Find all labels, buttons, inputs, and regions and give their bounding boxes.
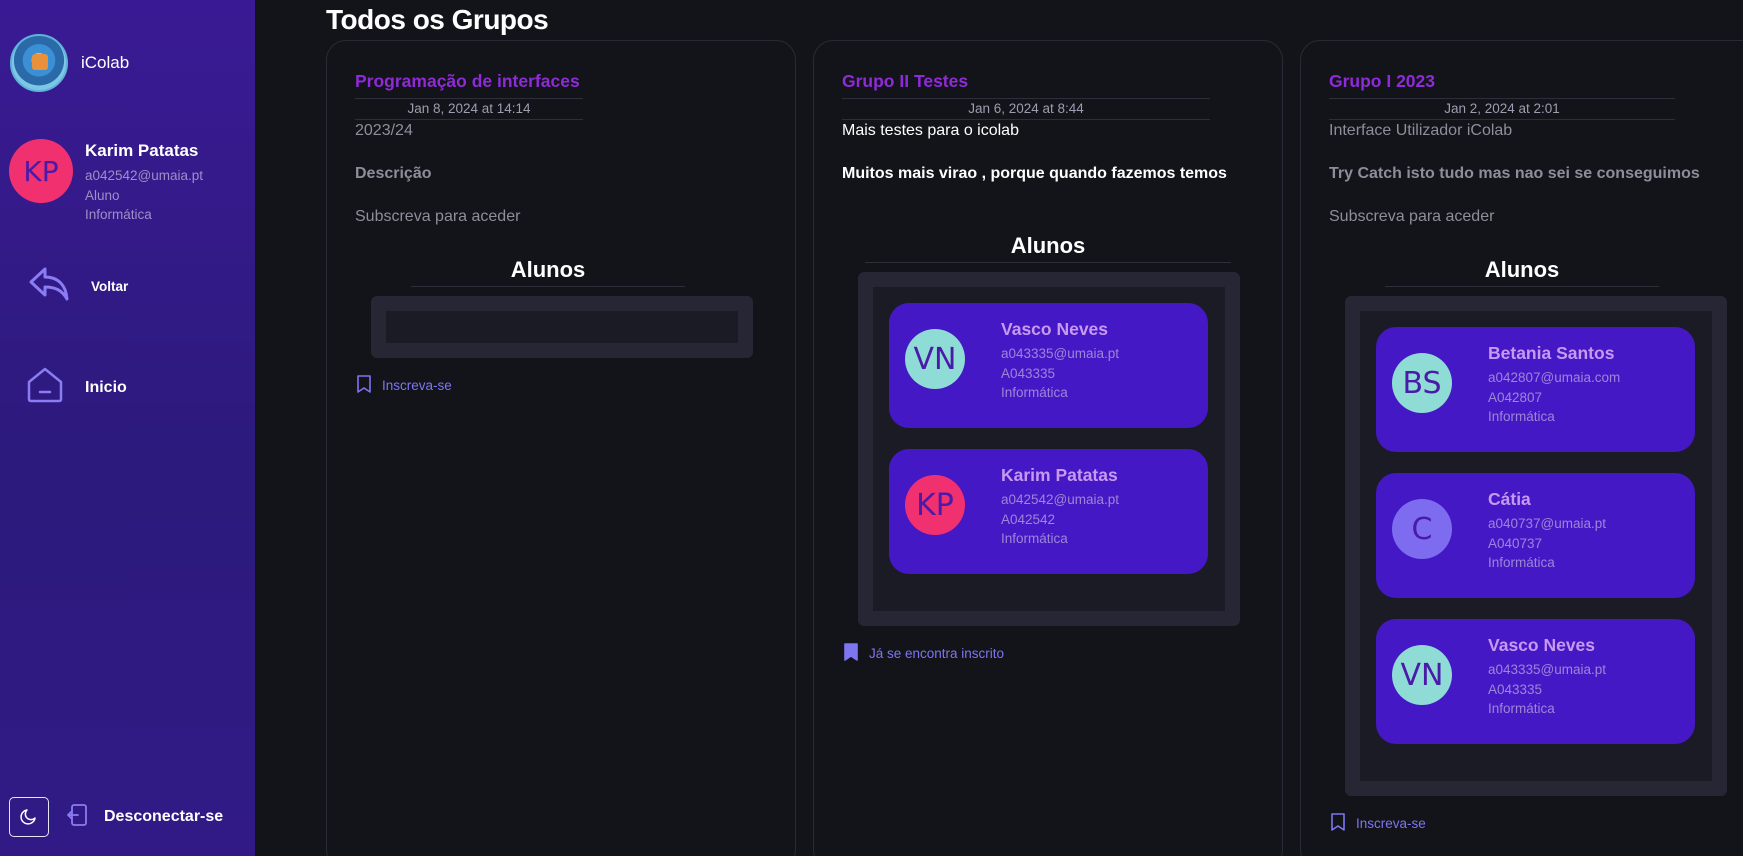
student-info: Vasco Neves a043335@umaia.pt A043335 Inf… xyxy=(1001,319,1119,403)
subscribed-label: Já se encontra inscrito xyxy=(869,646,1005,661)
student-info: Karim Patatas a042542@umaia.pt A042542 I… xyxy=(1001,465,1119,549)
back-button[interactable]: Voltar xyxy=(28,263,128,310)
reply-arrow-icon xyxy=(28,263,70,310)
group-date: Jan 2, 2024 at 2:01 xyxy=(1329,98,1675,120)
student-card[interactable]: VN Vasco Neves a043335@umaia.pt A043335 … xyxy=(1376,619,1695,744)
student-info: Vasco Neves a043335@umaia.pt A043335 Inf… xyxy=(1488,635,1606,719)
students-heading: Alunos xyxy=(1385,257,1659,287)
group-description: Try Catch isto tudo mas nao sei se conse… xyxy=(1329,165,1700,182)
student-card[interactable]: VN Vasco Neves a043335@umaia.pt A043335 … xyxy=(889,303,1208,428)
student-course: Informática xyxy=(1488,409,1555,424)
student-avatar: KP xyxy=(905,475,965,535)
student-id: A042542 xyxy=(1001,511,1056,527)
student-email: a043335@umaia.pt xyxy=(1488,662,1607,677)
group-access-note: Subscreva para aceder xyxy=(355,208,521,225)
back-label: Voltar xyxy=(91,279,129,294)
student-course: Informática xyxy=(1488,555,1555,570)
app-name: iColab xyxy=(81,53,130,72)
student-email: a043335@umaia.pt xyxy=(1001,346,1120,361)
group-title[interactable]: Grupo I 2023 xyxy=(1329,71,1435,92)
group-subtitle: Interface Utilizador iColab xyxy=(1329,122,1513,139)
student-id: A040737 xyxy=(1488,535,1543,551)
group-description: Muitos mais virao , porque quando fazemo… xyxy=(842,165,1227,182)
student-id: A042807 xyxy=(1488,389,1543,405)
logout-button[interactable]: Desconectar-se xyxy=(66,803,223,832)
logout-label: Desconectar-se xyxy=(104,808,224,825)
student-email: a042542@umaia.pt xyxy=(1001,492,1120,507)
bookmark-icon xyxy=(1329,812,1347,835)
group-card: Grupo II Testes Jan 6, 2024 at 8:44 Mais… xyxy=(813,40,1283,856)
theme-toggle-button[interactable] xyxy=(9,797,49,837)
student-id: A043335 xyxy=(1001,365,1056,381)
group-title[interactable]: Grupo II Testes xyxy=(842,71,968,92)
brand[interactable]: iColab xyxy=(10,34,129,92)
students-list-inner: VN Vasco Neves a043335@umaia.pt A043335 … xyxy=(873,287,1225,611)
subscribe-label: Inscreva-se xyxy=(382,378,452,393)
home-icon xyxy=(26,366,64,409)
group-date: Jan 6, 2024 at 8:44 xyxy=(842,98,1210,120)
group-description: Descrição xyxy=(355,165,432,182)
students-list: VN Vasco Neves a043335@umaia.pt A043335 … xyxy=(858,272,1240,626)
page-title: Todos os Grupos xyxy=(326,4,549,35)
user-email: a042542@umaia.pt xyxy=(85,168,204,183)
user-role: Aluno xyxy=(85,187,120,203)
bookmark-icon xyxy=(355,374,373,397)
sidebar-footer: Desconectar-se xyxy=(9,797,223,837)
user-course: Informática xyxy=(85,207,152,222)
student-email: a040737@umaia.pt xyxy=(1488,516,1607,531)
home-nav-item[interactable]: Inicio xyxy=(26,366,127,409)
subscribe-label: Inscreva-se xyxy=(1356,816,1426,831)
user-name: Karim Patatas xyxy=(85,141,199,160)
student-course: Informática xyxy=(1488,701,1555,716)
student-name: Cátia xyxy=(1488,489,1531,509)
student-name: Karim Patatas xyxy=(1001,465,1118,485)
student-course: Informática xyxy=(1001,385,1068,400)
logout-icon xyxy=(66,803,88,832)
user-info: Karim Patatas a042542@umaia.pt Aluno Inf… xyxy=(85,141,203,225)
students-list-empty xyxy=(386,311,738,343)
app-logo xyxy=(10,34,68,92)
student-avatar: C xyxy=(1392,499,1452,559)
subscribe-button[interactable]: Inscreva-se xyxy=(1329,812,1426,835)
home-label: Inicio xyxy=(85,378,127,396)
student-info: Cátia a040737@umaia.pt A040737 Informáti… xyxy=(1488,489,1606,573)
student-name: Betania Santos xyxy=(1488,343,1615,363)
student-id: A043335 xyxy=(1488,681,1543,697)
student-avatar: VN xyxy=(905,329,965,389)
group-card: Programação de interfaces Jan 8, 2024 at… xyxy=(326,40,796,856)
moon-icon xyxy=(20,807,38,828)
group-card: Grupo I 2023 Jan 2, 2024 at 2:01 Interfa… xyxy=(1300,40,1743,856)
students-heading: Alunos xyxy=(411,257,685,287)
student-email: a042807@umaia.com xyxy=(1488,370,1621,385)
group-title[interactable]: Programação de interfaces xyxy=(355,71,580,92)
student-name: Vasco Neves xyxy=(1488,635,1596,655)
student-course: Informática xyxy=(1001,531,1068,546)
student-card[interactable]: KP Karim Patatas a042542@umaia.pt A04254… xyxy=(889,449,1208,574)
student-card[interactable]: C Cátia a040737@umaia.pt A040737 Informá… xyxy=(1376,473,1695,598)
sidebar: iColab KP Karim Patatas a042542@umaia.pt… xyxy=(0,0,255,856)
students-list xyxy=(371,296,753,358)
student-name: Vasco Neves xyxy=(1001,319,1109,339)
subscribed-status-button[interactable]: Já se encontra inscrito xyxy=(842,642,1004,665)
students-list-inner: BS Betania Santos a042807@umaia.com A042… xyxy=(1360,311,1712,781)
student-avatar: BS xyxy=(1392,353,1452,413)
students-heading: Alunos xyxy=(865,233,1231,263)
user-profile: KP Karim Patatas a042542@umaia.pt Aluno … xyxy=(9,139,203,225)
group-date: Jan 8, 2024 at 14:14 xyxy=(355,98,583,120)
bookmark-filled-icon xyxy=(842,642,860,665)
students-list: BS Betania Santos a042807@umaia.com A042… xyxy=(1345,296,1727,796)
student-info: Betania Santos a042807@umaia.com A042807… xyxy=(1488,343,1620,427)
user-avatar: KP xyxy=(9,139,73,203)
student-avatar: VN xyxy=(1392,645,1452,705)
subscribe-button[interactable]: Inscreva-se xyxy=(355,374,452,397)
group-subtitle: Mais testes para o icolab xyxy=(842,122,1019,139)
group-access-note: Subscreva para aceder xyxy=(1329,208,1495,225)
student-card[interactable]: BS Betania Santos a042807@umaia.com A042… xyxy=(1376,327,1695,452)
group-subtitle: 2023/24 xyxy=(355,122,413,139)
